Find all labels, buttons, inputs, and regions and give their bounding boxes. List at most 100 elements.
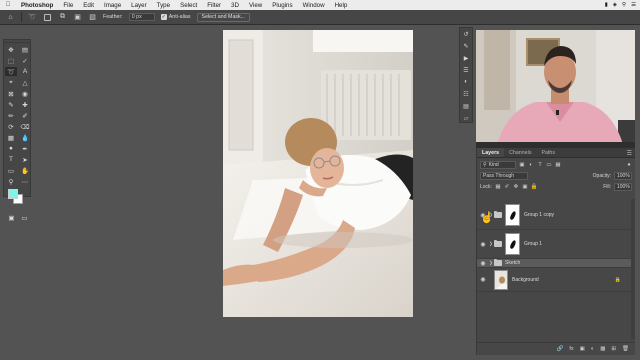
search-icon[interactable]: ⚲ [622,2,626,8]
filter-toggle-icon[interactable]: ● [626,162,632,168]
filter-shape-icon[interactable]: ▭ [546,162,552,168]
fill-input[interactable]: 100% [614,183,632,191]
selection-mode-subtract-icon[interactable]: ▣ [73,13,82,22]
path-select-icon[interactable]: ➤ [19,155,31,164]
menu-view[interactable]: View [244,2,267,9]
comments-icon[interactable]: ▱ [462,114,471,122]
eraser-icon[interactable]: ⌫ [19,122,31,131]
history-icon[interactable]: ↺ [462,31,471,39]
filter-smart-object-icon[interactable]: ▦ [555,162,561,168]
lock-position-icon[interactable]: ✥ [513,184,519,190]
filter-adjustment-icon[interactable]: ◐ [528,162,534,168]
properties-icon[interactable]: ☰ [462,67,471,75]
layer-thumbnail[interactable] [494,269,508,290]
opacity-input[interactable]: 100% [614,172,632,180]
tab-layers[interactable]: Layers [477,148,505,157]
menu-image[interactable]: Image [99,2,126,9]
frame-icon[interactable]: ⊠ [5,89,17,98]
menu-file[interactable]: File [58,2,78,9]
visibility-eye-icon[interactable]: ◉ [477,241,489,248]
layer-name[interactable]: Group 1 [524,241,542,247]
layer-mask-thumbnail[interactable] [505,204,520,226]
pen-icon[interactable]: ✒ [19,144,31,153]
hand-icon[interactable]: ✋ [19,166,31,175]
adjustments-icon[interactable]: ◐ [462,79,471,87]
menu-layer[interactable]: Layer [126,2,151,9]
filter-kind-select[interactable]: ⚲ Kind [480,161,516,169]
wifi-icon[interactable]: ◈ [613,2,617,8]
rectangle-icon[interactable]: ▭ [5,166,17,175]
menu-help[interactable]: Help [330,2,353,9]
adjustment-layer-icon[interactable]: ◐ [591,346,594,352]
menu-filter[interactable]: Filter [202,2,226,9]
stamp-icon[interactable]: △ [19,78,31,87]
type-icon[interactable]: T [5,155,17,164]
lock-transparent-icon[interactable]: ▦ [495,184,501,190]
selection-mode-new-icon[interactable] [43,13,52,22]
lock-all-icon[interactable]: 🔒 [531,184,538,190]
brush-settings-icon[interactable]: ✎ [462,43,471,51]
play-icon[interactable]: ▶ [462,55,471,63]
fx-icon[interactable]: fx [569,346,573,352]
link-layers-icon[interactable]: 🔗 [557,346,564,352]
canvas-image[interactable] [223,30,413,317]
more-icon[interactable]: ⋯ [19,177,31,186]
home-icon[interactable]: ⌂ [6,13,15,22]
layers-scrollbar[interactable] [631,199,635,339]
menu-3d[interactable]: 3D [226,2,244,9]
layer-name[interactable]: Background [512,277,539,283]
feather-input[interactable]: 0 px [128,13,155,21]
control-center-icon[interactable]: ☰ [631,2,636,8]
menu-plugins[interactable]: Plugins [267,2,297,9]
history-brush-icon[interactable]: ⟳ [5,122,17,131]
selection-mode-add-icon[interactable]: ⧉ [58,13,67,22]
lasso-tool-icon[interactable]: ➰ [28,13,37,22]
filter-pixel-icon[interactable]: ▣ [519,162,525,168]
apple-icon[interactable]:  [0,2,16,8]
layer-name[interactable]: Sketch [505,260,520,266]
quick-select-icon[interactable]: ✓ [19,56,31,65]
new-group-icon[interactable]: ▩ [600,346,605,352]
tab-channels[interactable]: Channels [504,148,536,157]
screen-mode-icon[interactable]: ▭ [20,213,29,222]
layers-icon[interactable]: ▤ [462,102,471,110]
zoom-icon[interactable]: ⚲ [5,177,17,186]
eyedropper-icon[interactable]: ✎ [5,100,17,109]
menu-select[interactable]: Select [175,2,202,9]
paint-bucket-icon[interactable]: ◉ [19,89,31,98]
layer-row[interactable]: ◉ Background 🔒 [477,268,635,292]
select-and-mask-button[interactable]: Select and Mask... [196,12,251,22]
menu-app-name[interactable]: Photoshop [16,2,58,9]
libraries-icon[interactable]: ☷ [462,90,471,98]
foreground-color-swatch[interactable] [8,189,18,199]
menu-window[interactable]: Window [298,2,330,9]
crop-icon[interactable]: ⌖ [5,78,17,87]
visibility-eye-icon[interactable]: ◉ [477,276,489,283]
layer-row[interactable]: ◉ ❯ Group 1 copy [477,201,635,230]
lasso-icon[interactable]: ➰ [5,67,17,76]
panel-menu-icon[interactable]: ☰ [627,150,635,157]
move-icon[interactable]: ✥ [5,45,17,54]
quick-mask-icon[interactable]: ▣ [7,213,16,222]
visibility-eye-icon[interactable]: ◉ [477,260,489,267]
healing-icon[interactable]: ✚ [19,100,31,109]
lock-icon[interactable]: 🔒 [615,277,621,283]
blur-icon[interactable]: 💧 [19,133,31,142]
layer-row[interactable]: ◉ ❯ Group 1 [477,230,635,259]
lock-image-icon[interactable]: ✐ [504,184,510,190]
gradient-icon[interactable]: ▩ [5,133,17,142]
artboard-icon[interactable]: ▤ [19,45,31,54]
tab-paths[interactable]: Paths [536,148,560,157]
filter-type-icon[interactable]: T [537,162,543,168]
battery-icon[interactable]: ▮ [605,2,608,8]
text-selection-icon[interactable]: A [19,67,31,76]
blend-mode-select[interactable]: Pass Through [480,172,528,180]
selection-mode-intersect-icon[interactable]: ▧ [88,13,97,22]
layer-row-selected[interactable]: ◉ ❯ Sketch [477,259,635,268]
layer-mask-thumbnail[interactable] [505,233,520,255]
menu-edit[interactable]: Edit [78,2,99,9]
delete-layer-icon[interactable]: 🗑 [622,346,629,352]
add-mask-icon[interactable]: ▣ [580,346,585,352]
color-swatches[interactable] [4,189,30,211]
brush-icon[interactable]: ✏ [5,111,17,120]
